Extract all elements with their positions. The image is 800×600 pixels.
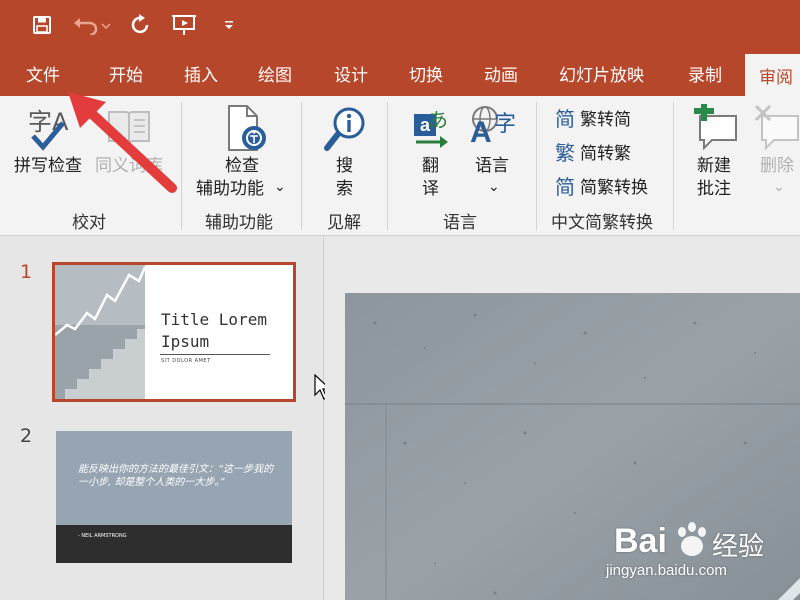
slide-number-1: 1 [20, 261, 33, 283]
search-label-line1: 搜 [336, 156, 353, 176]
traditional-to-simplified-button[interactable]: 简 繁转简 [552, 102, 631, 132]
slide-1-title-line2: Ipsum [161, 332, 210, 351]
group-label-proofing: 校对 [72, 213, 106, 233]
search-label-line2: 索 [336, 179, 353, 199]
group-separator [301, 102, 302, 230]
slide-1-stairs-image [55, 265, 145, 399]
chevron-down-icon: ⌄ [274, 179, 286, 195]
group-label-language: 语言 [443, 213, 477, 233]
tab-slideshow[interactable]: 幻灯片放映 [559, 50, 644, 96]
language-icon: A 字 [470, 104, 518, 152]
tab-file[interactable]: 文件 [26, 50, 60, 96]
simplified-to-traditional-label: 简转繁 [580, 143, 631, 164]
watermark-brand-right: 经验 [712, 531, 765, 561]
traditional-to-simplified-label: 繁转简 [580, 109, 631, 130]
slide-number-2: 2 [20, 425, 33, 447]
title-bar [0, 0, 800, 50]
baidu-paw-icon [678, 522, 706, 556]
tab-review[interactable]: 审阅 [745, 54, 800, 96]
group-label-chinese-conversion: 中文简繁转换 [551, 213, 653, 233]
watermark-brand-left: Bai [614, 522, 667, 560]
delete-comment-icon [752, 104, 800, 152]
translate-label-line1: 翻 [422, 156, 439, 176]
slide-1-subtitle: SIT DOLOR AMET [161, 358, 211, 364]
chinese-conversion-label: 简繁转换 [580, 177, 648, 198]
baidu-jingyan-watermark: Bai 经验 jingyan.baidu.com [606, 512, 792, 592]
start-from-beginning-icon[interactable] [170, 11, 200, 39]
chevron-down-icon: ⌄ [773, 179, 785, 195]
chinese-conversion-icon: 简 [555, 174, 575, 199]
watermark-url: jingyan.baidu.com [606, 562, 727, 579]
chevron-down-icon: ⌄ [488, 179, 500, 195]
delete-comment-label: 删除 [760, 156, 794, 176]
tab-design[interactable]: 设计 [334, 50, 368, 96]
group-separator [536, 102, 537, 230]
slide-1-title-rule [160, 354, 270, 355]
group-label-accessibility: 辅助功能 [205, 213, 273, 233]
tab-draw[interactable]: 绘图 [258, 50, 292, 96]
slide-1-title-line1: Title Lorem [161, 310, 267, 329]
accessibility-check-icon [225, 104, 271, 154]
translate-icon: a あ [410, 104, 454, 152]
language-icon-text: 字 [494, 112, 517, 137]
group-separator [673, 102, 674, 230]
translate-label-line2: 译 [422, 179, 439, 199]
tab-transitions[interactable]: 切换 [409, 50, 443, 96]
check-label-line1: 检查 [225, 156, 259, 176]
traditional-to-simplified-icon: 简 [555, 106, 575, 131]
new-comment-label-line2: 批注 [697, 179, 731, 199]
search-icon [322, 104, 368, 154]
new-comment-icon [692, 101, 740, 152]
group-separator [387, 102, 388, 230]
simplified-to-traditional-button[interactable]: 繁 简转繁 [552, 136, 631, 166]
language-label: 语言 [475, 156, 509, 176]
group-label-insights: 见解 [327, 213, 361, 233]
chinese-conversion-button[interactable]: 简 简繁转换 [552, 170, 648, 200]
slide-1-title: Title Lorem Ipsum [161, 309, 267, 353]
slide-2-footer-band [56, 525, 292, 563]
simplified-to-traditional-icon: 繁 [555, 140, 575, 165]
slide-thumbnail-2[interactable]: 能反映出你的方法的最佳引文：“这一步我的一小步, 却是整个人类的一大步。” - … [56, 431, 292, 563]
annotation-arrow-icon [68, 92, 177, 193]
slide-2-quote: 能反映出你的方法的最佳引文：“这一步我的一小步, 却是整个人类的一大步。” [78, 464, 274, 488]
tab-animations[interactable]: 动画 [484, 50, 518, 96]
tab-record[interactable]: 录制 [688, 50, 722, 96]
customize-qat-icon[interactable] [220, 11, 238, 39]
translate-icon-text: あ [428, 108, 448, 132]
save-icon[interactable] [29, 11, 55, 39]
slide-2-author: - NEIL ARMSTRONG [78, 533, 127, 539]
check-label-line2: 辅助功能 [196, 179, 264, 199]
repeat-icon[interactable] [128, 11, 154, 39]
new-comment-label-line1: 新建 [697, 156, 731, 176]
slide-thumbnail-1[interactable]: Title Lorem Ipsum SIT DOLOR AMET [52, 262, 296, 402]
undo-icon[interactable] [70, 11, 114, 39]
